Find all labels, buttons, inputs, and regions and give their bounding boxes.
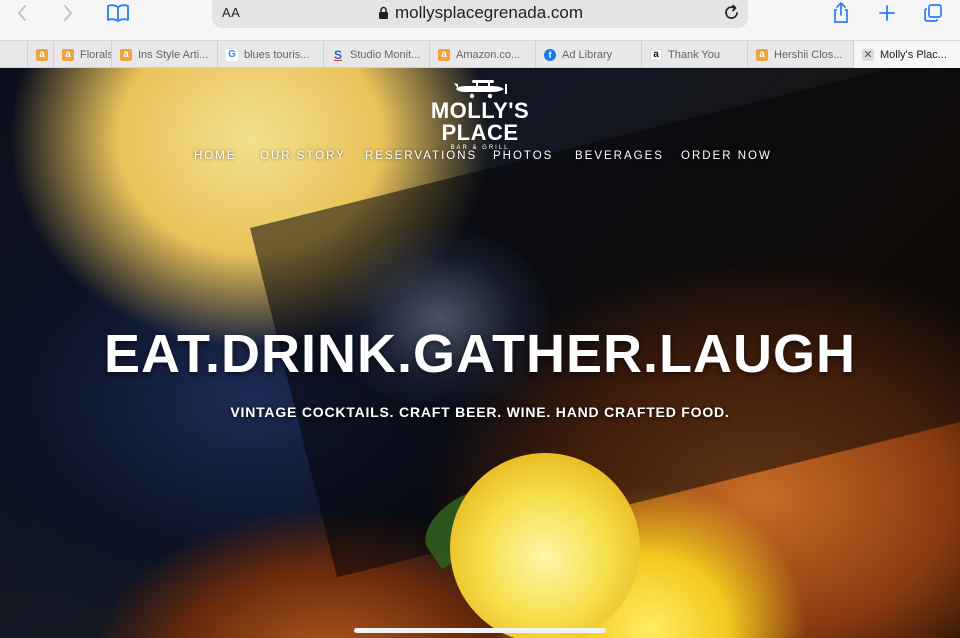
reader-button[interactable]: AA: [222, 5, 240, 20]
bookmarks-button[interactable]: [104, 0, 132, 26]
reload-button[interactable]: [724, 3, 740, 26]
lock-icon: [379, 6, 388, 19]
tab-label: Amazon.co...: [456, 48, 521, 61]
tab-9[interactable]: a Hershii Clos...: [747, 41, 853, 68]
facebook-icon: f: [544, 48, 556, 61]
share-button[interactable]: [830, 0, 852, 26]
tab-10-active[interactable]: ✕ Molly's Plac...: [853, 41, 960, 68]
amazon-icon: a: [120, 48, 132, 61]
nav-beverages[interactable]: BEVERAGES: [575, 150, 664, 162]
tab-2[interactable]: a Florals: [53, 41, 111, 68]
nav-home[interactable]: HOME: [194, 150, 237, 162]
hero-section: MOLLY'S PLACE BAR & GRILL HOME OUR STORY…: [0, 68, 960, 638]
url-text[interactable]: mollysplacegrenada.com: [378, 3, 583, 23]
tabs-icon: [924, 4, 942, 22]
amazon-icon: a: [62, 48, 74, 61]
tab-label: Florals: [80, 48, 111, 61]
book-icon: [107, 4, 129, 22]
tab-6[interactable]: a Amazon.co...: [429, 41, 535, 68]
amazon-icon: a: [756, 48, 768, 61]
tab-bar: a a Florals a Ins Style Arti... G blues …: [0, 40, 960, 68]
amazon-icon: a: [438, 48, 450, 61]
tab-label: Thank You: [668, 48, 720, 61]
tab-8[interactable]: a Thank You: [641, 41, 747, 68]
airplane-icon: [454, 80, 507, 99]
tab-5[interactable]: S Studio Monit...: [323, 41, 429, 68]
hero-tagline: VINTAGE COCKTAILS. CRAFT BEER. WINE. HAN…: [230, 404, 730, 420]
amazon-icon: a: [36, 48, 48, 61]
nav-order-now[interactable]: ORDER NOW: [681, 150, 772, 162]
home-indicator[interactable]: [354, 628, 606, 633]
lemon-slice: [450, 453, 640, 638]
tab-1[interactable]: a: [27, 41, 53, 68]
plus-icon: [879, 5, 895, 21]
browser-toolbar: AA mollysplacegrenada.com: [0, 0, 960, 40]
share-icon: [834, 2, 848, 23]
nav-our-story[interactable]: OUR STORY: [260, 150, 346, 162]
back-button[interactable]: [12, 0, 32, 26]
chevron-left-icon: [18, 5, 26, 21]
tab-label: Studio Monit...: [350, 48, 421, 61]
logo-title: MOLLY'S PLACE: [430, 98, 530, 145]
amazon-icon: a: [650, 48, 662, 61]
tab-7[interactable]: f Ad Library: [535, 41, 641, 68]
reload-icon: [725, 4, 738, 19]
address-bar[interactable]: AA mollysplacegrenada.com: [212, 0, 748, 28]
chevron-right-icon: [64, 5, 72, 21]
hero-headline: EAT.DRINK.GATHER.LAUGH: [104, 324, 856, 384]
nav-photos[interactable]: PHOTOS: [493, 150, 553, 162]
tab-label: Molly's Plac...: [880, 48, 947, 61]
tab-label: Ad Library: [562, 48, 613, 61]
nav-reservations[interactable]: RESERVATIONS: [365, 150, 477, 162]
new-tab-button[interactable]: [876, 0, 898, 26]
close-icon[interactable]: ✕: [862, 48, 874, 61]
tab-label: blues touris...: [244, 48, 310, 61]
forward-button[interactable]: [58, 0, 78, 26]
google-icon: G: [226, 48, 238, 61]
tabs-overview-button[interactable]: [922, 0, 944, 26]
studio-icon: S: [333, 47, 342, 62]
tab-4[interactable]: G blues touris...: [217, 41, 323, 68]
url-label: mollysplacegrenada.com: [395, 3, 584, 22]
tab-3[interactable]: a Ins Style Arti...: [111, 41, 217, 68]
site-logo[interactable]: MOLLY'S PLACE BAR & GRILL: [400, 78, 560, 151]
tab-label: Hershii Clos...: [774, 48, 843, 61]
tab-label: Ins Style Arti...: [138, 48, 209, 61]
